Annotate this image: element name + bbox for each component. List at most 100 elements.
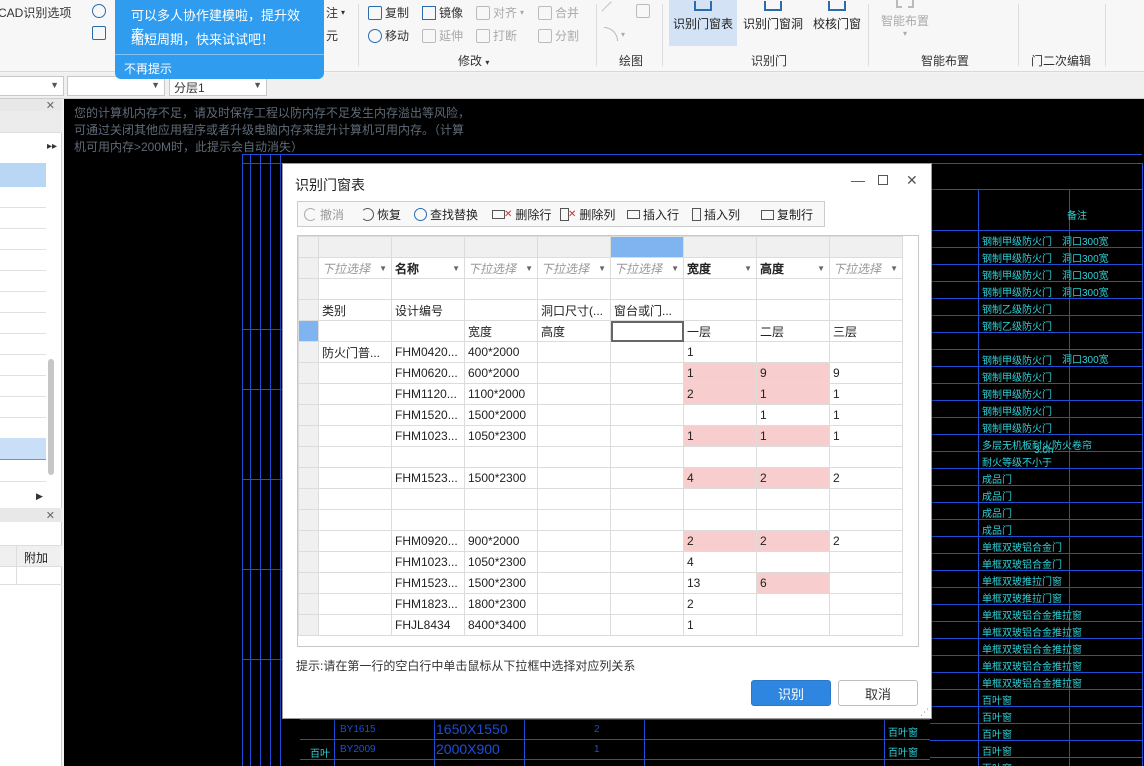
table-cell[interactable] xyxy=(537,383,611,405)
table-cell[interactable] xyxy=(318,572,392,594)
table-cell[interactable]: 2 xyxy=(683,530,757,552)
table-cell[interactable] xyxy=(610,509,684,531)
table-cell[interactable] xyxy=(610,341,684,363)
table-cell[interactable] xyxy=(756,551,830,573)
table-cell[interactable]: 1100*2000 xyxy=(464,383,538,405)
table-cell[interactable]: 高度 xyxy=(537,320,611,342)
table-cell[interactable] xyxy=(756,341,830,363)
row-header[interactable] xyxy=(298,530,319,552)
row-header[interactable] xyxy=(298,509,319,531)
table-cell[interactable] xyxy=(318,278,392,300)
table-cell[interactable] xyxy=(537,572,611,594)
column-mapping-dropdown[interactable]: 下拉选择 ▼ xyxy=(318,257,392,279)
table-cell[interactable] xyxy=(829,341,903,363)
table-cell[interactable] xyxy=(537,551,611,573)
table-cell[interactable] xyxy=(318,593,392,615)
table-cell[interactable] xyxy=(610,530,684,552)
table-cell[interactable] xyxy=(464,446,538,468)
column-mapping-dropdown[interactable]: 下拉选择 ▼ xyxy=(537,257,611,279)
left-panel-highlight-item[interactable] xyxy=(0,438,46,460)
column-mapping-dropdown[interactable]: 高度 ▼ xyxy=(756,257,830,279)
smart-layout-button[interactable]: 智能布置 ▾ xyxy=(874,0,936,46)
table-cell[interactable]: 1 xyxy=(829,425,903,447)
table-cell[interactable] xyxy=(756,488,830,510)
table-cell[interactable] xyxy=(610,614,684,636)
table-cell[interactable]: 1 xyxy=(683,341,757,363)
element-button[interactable]: 元 xyxy=(326,27,338,44)
table-cell[interactable]: 600*2000 xyxy=(464,362,538,384)
table-cell[interactable]: 8400*3400 xyxy=(464,614,538,636)
delete-column-button[interactable]: ✕ 删除列 xyxy=(560,206,615,223)
ribbon-lock-icon[interactable] xyxy=(92,26,106,40)
table-cell[interactable] xyxy=(829,572,903,594)
table-cell[interactable] xyxy=(610,278,684,300)
column-mapping-dropdown[interactable]: 下拉选择 ▼ xyxy=(464,257,538,279)
table-cell[interactable]: 1 xyxy=(683,362,757,384)
row-header[interactable] xyxy=(298,446,319,468)
table-cell[interactable]: FHM0620... xyxy=(391,362,465,384)
table-cell[interactable]: 400*2000 xyxy=(464,341,538,363)
draw-line-button[interactable] xyxy=(601,1,621,21)
table-cell[interactable]: 2 xyxy=(756,530,830,552)
table-cell[interactable]: FHM1523... xyxy=(391,572,465,594)
left-panel-selected-item[interactable] xyxy=(0,163,46,187)
table-cell[interactable]: 1500*2300 xyxy=(464,572,538,594)
table-cell[interactable]: 2 xyxy=(683,593,757,615)
table-cell[interactable]: 13 xyxy=(683,572,757,594)
table-cell[interactable] xyxy=(318,467,392,489)
table-cell[interactable] xyxy=(464,299,538,321)
table-cell[interactable] xyxy=(683,278,757,300)
table-cell[interactable] xyxy=(756,509,830,531)
table-cell[interactable]: 类别 xyxy=(318,299,392,321)
row-header[interactable] xyxy=(298,362,319,384)
copy-row-button[interactable]: 复制行 xyxy=(761,206,813,223)
table-cell[interactable] xyxy=(610,488,684,510)
column-header[interactable] xyxy=(391,236,465,258)
table-cell[interactable]: 设计编号 xyxy=(391,299,465,321)
table-cell[interactable] xyxy=(537,488,611,510)
recognize-door-table-button[interactable]: 识别门窗表 xyxy=(669,0,737,46)
table-cell[interactable]: 二层 xyxy=(756,320,830,342)
table-cell[interactable] xyxy=(391,509,465,531)
row-header[interactable] xyxy=(298,488,319,510)
table-cell[interactable]: 宽度 xyxy=(464,320,538,342)
break-button[interactable]: 打断 xyxy=(476,27,517,44)
table-cell[interactable] xyxy=(318,425,392,447)
column-header[interactable] xyxy=(829,236,903,258)
table-cell[interactable] xyxy=(610,593,684,615)
table-cell[interactable]: 900*2000 xyxy=(464,530,538,552)
table-cell[interactable]: 1500*2300 xyxy=(464,467,538,489)
table-cell[interactable] xyxy=(610,572,684,594)
align-button[interactable]: 对齐 ▾ xyxy=(476,4,524,21)
table-cell[interactable]: 1 xyxy=(756,425,830,447)
table-cell[interactable]: 4 xyxy=(683,467,757,489)
floor-select[interactable]: 分层1 ▼ xyxy=(169,76,267,96)
table-cell[interactable] xyxy=(537,614,611,636)
table-cell[interactable] xyxy=(464,278,538,300)
tip-dismiss-link[interactable]: 不再提示 xyxy=(124,60,172,77)
row-header[interactable] xyxy=(298,551,319,573)
row-header[interactable] xyxy=(298,404,319,426)
row-header[interactable] xyxy=(298,341,319,363)
table-cell[interactable] xyxy=(318,551,392,573)
corner-cell[interactable] xyxy=(298,236,319,258)
table-cell[interactable] xyxy=(610,467,684,489)
find-replace-button[interactable]: 查找替换 xyxy=(414,206,478,223)
table-cell[interactable] xyxy=(610,425,684,447)
table-cell[interactable] xyxy=(756,299,830,321)
row-header[interactable] xyxy=(298,257,319,279)
table-cell[interactable] xyxy=(537,425,611,447)
table-cell[interactable]: 1 xyxy=(683,425,757,447)
maximize-icon[interactable] xyxy=(878,172,888,188)
row-header[interactable] xyxy=(298,614,319,636)
table-cell[interactable] xyxy=(829,299,903,321)
ribbon-cloud-icon[interactable] xyxy=(92,4,106,18)
table-cell[interactable]: 防火门普... xyxy=(318,341,392,363)
recognize-button[interactable]: 识别 xyxy=(751,680,831,706)
component-select[interactable]: ▼ xyxy=(67,76,165,96)
table-cell[interactable]: 1800*2300 xyxy=(464,593,538,615)
minimize-icon[interactable]: — xyxy=(851,172,865,188)
column-header[interactable] xyxy=(464,236,538,258)
close-icon[interactable]: ✕ xyxy=(46,509,55,522)
left-panel-scrollbar[interactable] xyxy=(48,359,54,475)
